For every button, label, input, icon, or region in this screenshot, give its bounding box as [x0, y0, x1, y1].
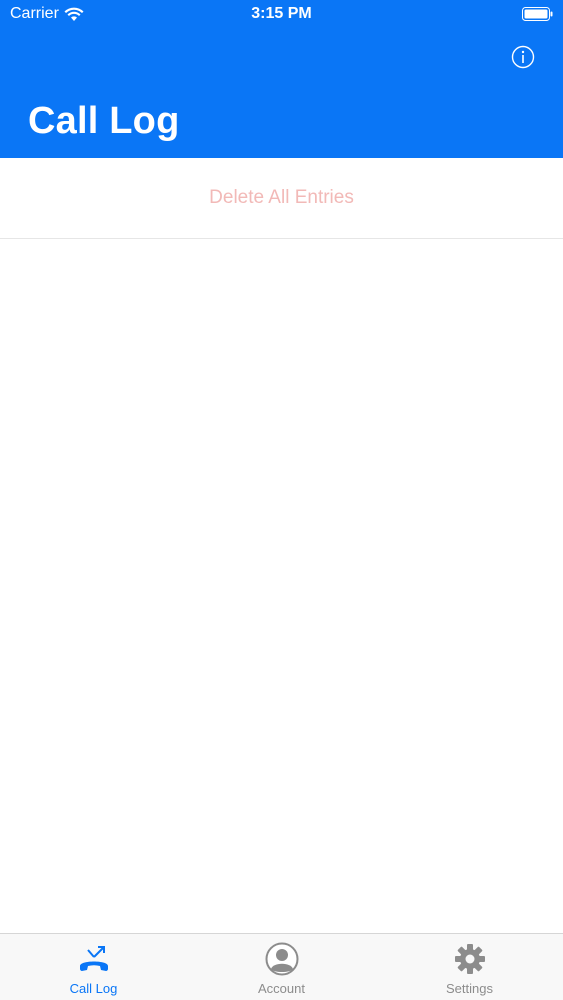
- info-icon[interactable]: [511, 45, 535, 69]
- account-avatar-icon: [265, 942, 299, 976]
- tab-label-account: Account: [258, 981, 305, 996]
- call-log-list: [0, 239, 563, 933]
- status-bar: Carrier 3:15 PM: [0, 0, 563, 30]
- tab-bar: Call Log Account Settings: [0, 933, 563, 1000]
- navigation-header: Carrier 3:15 PM Call Log: [0, 0, 563, 158]
- phone-call-icon: [77, 942, 111, 976]
- tab-label-call-log: Call Log: [69, 981, 118, 996]
- tab-account[interactable]: Account: [188, 934, 375, 1000]
- tab-call-log[interactable]: Call Log: [0, 934, 187, 1000]
- battery-icon: [522, 7, 553, 21]
- tab-label-settings: Settings: [446, 981, 493, 996]
- gear-icon: [453, 942, 487, 976]
- delete-all-entries-label: Delete All Entries: [209, 187, 354, 208]
- page-title: Call Log: [28, 100, 180, 142]
- delete-all-entries-button[interactable]: Delete All Entries: [0, 158, 563, 239]
- status-time: 3:15 PM: [251, 5, 312, 22]
- tab-settings[interactable]: Settings: [376, 934, 563, 1000]
